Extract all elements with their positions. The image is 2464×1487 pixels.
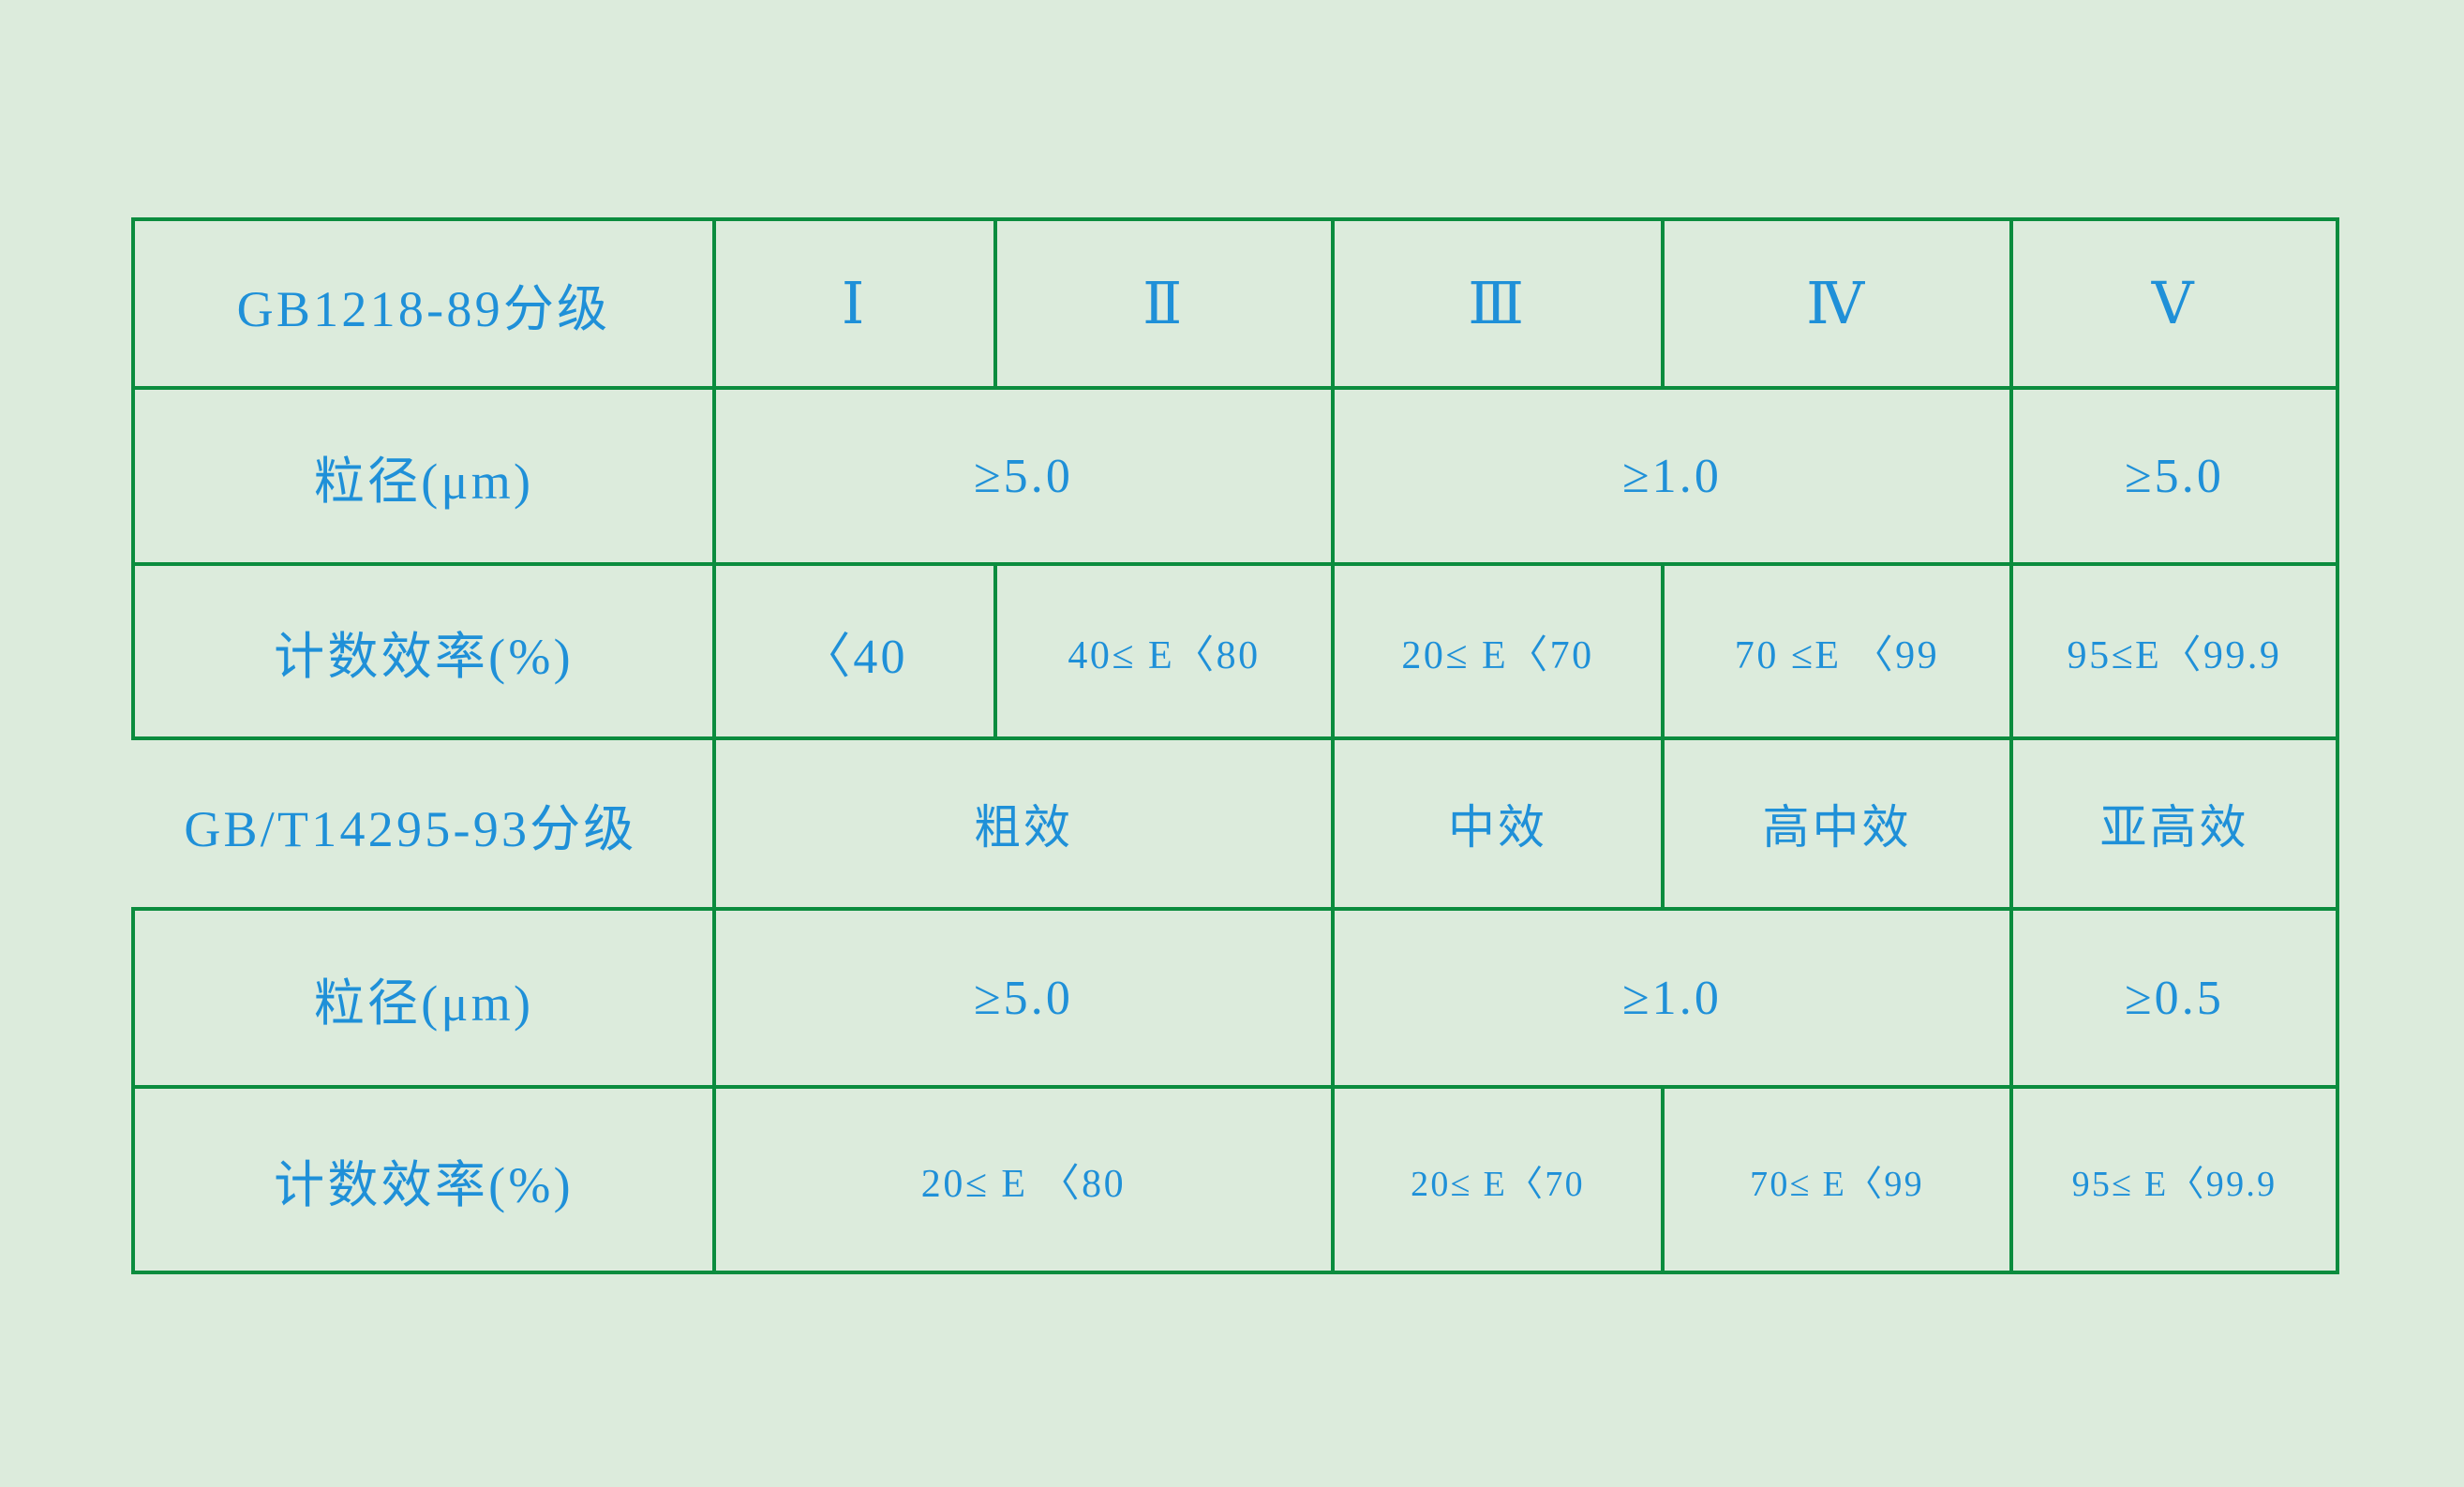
particle-size-2-grade-5: ≥0.5 xyxy=(2009,907,2339,1089)
row-label-gbt14295-grade: GB/T14295-93分级 xyxy=(118,736,703,911)
count-efficiency-2-grade-1-2: 20≤ E 〈80 xyxy=(712,1085,1335,1274)
gbt14295-grade-5: 亚高效 xyxy=(2009,736,2339,911)
row-label-particle-size-1: 粒径(μm) xyxy=(131,386,716,566)
grade-column-3: Ⅲ xyxy=(1331,217,1665,390)
particle-size-2-grade-1-2: ≥5.0 xyxy=(712,907,1335,1089)
grade-column-5: Ⅴ xyxy=(2009,217,2339,390)
count-efficiency-1-grade-3: 20≤ E〈70 xyxy=(1331,562,1665,740)
count-efficiency-2-grade-3: 20≤ E〈70 xyxy=(1331,1085,1665,1274)
row-label-count-efficiency-2: 计数效率(%) xyxy=(131,1085,716,1274)
table-row-particle-size-1: 粒径(μm) ≥5.0 ≥1.0 ≥5.0 xyxy=(131,386,2339,566)
table-row-particle-size-2: 粒径(μm) ≥5.0 ≥1.0 ≥0.5 xyxy=(131,907,2339,1089)
particle-size-1-grade-1-2: ≥5.0 xyxy=(712,386,1335,566)
table-row-gb1218-grade: GB1218-89分级 Ⅰ Ⅱ Ⅲ Ⅳ Ⅴ xyxy=(131,217,2339,390)
particle-size-2-grade-3-4: ≥1.0 xyxy=(1331,907,2013,1089)
count-efficiency-1-grade-1: 〈40 xyxy=(712,562,997,740)
table-row-gbt14295-grade: GB/T14295-93分级 粗效 中效 高中效 亚高效 xyxy=(118,736,2339,911)
gbt14295-grade-3: 中效 xyxy=(1331,736,1665,911)
count-efficiency-1-grade-2: 40≤ E〈80 xyxy=(993,562,1335,740)
page-canvas: GB1218-89分级 Ⅰ Ⅱ Ⅲ Ⅳ Ⅴ 粒径(μm) ≥5.0 ≥1.0 ≥… xyxy=(0,0,2464,1487)
grade-column-2: Ⅱ xyxy=(993,217,1335,390)
row-label-count-efficiency-1: 计数效率(%) xyxy=(131,562,716,740)
table-row-count-efficiency-2: 计数效率(%) 20≤ E 〈80 20≤ E〈70 70≤ E〈99 95≤ … xyxy=(131,1085,2339,1274)
table-row-count-efficiency-1: 计数效率(%) 〈40 40≤ E〈80 20≤ E〈70 70 ≤E 〈99 … xyxy=(131,562,2339,740)
particle-size-1-grade-5: ≥5.0 xyxy=(2009,386,2339,566)
count-efficiency-2-grade-4: 70≤ E〈99 xyxy=(1661,1085,2013,1274)
count-efficiency-1-grade-5: 95≤E〈99.9 xyxy=(2009,562,2339,740)
count-efficiency-2-grade-5: 95≤ E〈99.9 xyxy=(2009,1085,2339,1274)
spec-table-container: GB1218-89分级 Ⅰ Ⅱ Ⅲ Ⅳ Ⅴ 粒径(μm) ≥5.0 ≥1.0 ≥… xyxy=(118,217,2339,1274)
filter-classification-table: GB1218-89分级 Ⅰ Ⅱ Ⅲ Ⅳ Ⅴ 粒径(μm) ≥5.0 ≥1.0 ≥… xyxy=(118,217,2339,1274)
gbt14295-grade-1-2: 粗效 xyxy=(712,736,1335,911)
count-efficiency-1-grade-4: 70 ≤E 〈99 xyxy=(1661,562,2013,740)
grade-column-4: Ⅳ xyxy=(1661,217,2013,390)
grade-column-1: Ⅰ xyxy=(712,217,997,390)
particle-size-1-grade-3-4: ≥1.0 xyxy=(1331,386,2013,566)
row-label-gb1218-grade: GB1218-89分级 xyxy=(131,217,716,390)
gbt14295-grade-4: 高中效 xyxy=(1661,736,2013,911)
row-label-particle-size-2: 粒径(μm) xyxy=(131,907,716,1089)
